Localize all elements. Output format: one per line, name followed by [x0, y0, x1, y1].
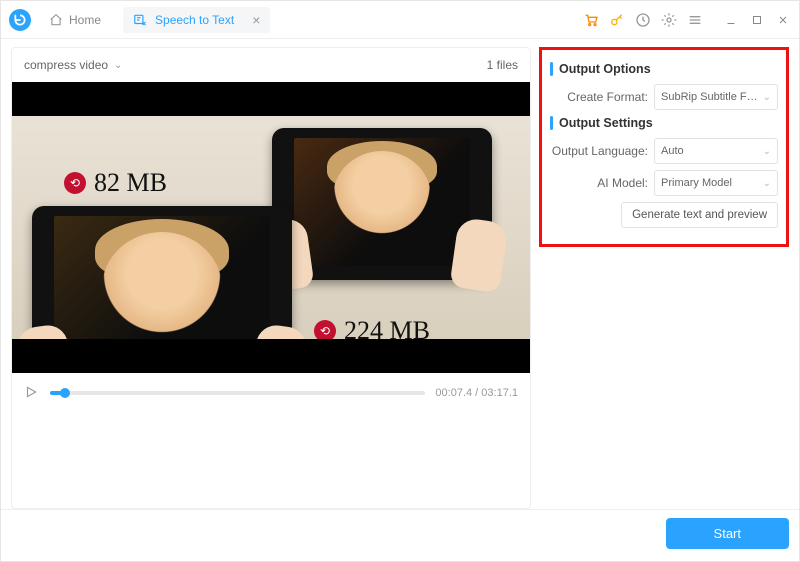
output-settings-title: Output Settings	[550, 116, 778, 130]
tablet-big	[32, 206, 292, 373]
history-icon[interactable]	[635, 12, 651, 28]
files-count: 1 files	[487, 58, 518, 72]
settings-pane: Output Options Create Format: SubRip Sub…	[539, 47, 789, 509]
close-window-icon[interactable]	[775, 12, 791, 28]
output-language-label: Output Language:	[550, 144, 648, 158]
output-language-select[interactable]: Auto ⌄	[654, 138, 778, 164]
create-format-select[interactable]: SubRip Subtitle File(*.srt ⌄	[654, 84, 778, 110]
link-icon: ⟲	[64, 172, 86, 194]
size-label-small: ⟲ 82 MB	[64, 168, 167, 198]
home-label: Home	[69, 13, 101, 27]
create-format-label: Create Format:	[550, 90, 648, 104]
time-display: 00:07.4 / 03:17.1	[435, 387, 518, 399]
file-dropdown-label: compress video	[24, 58, 108, 72]
size-label-big: ⟲ 224 MB	[314, 316, 430, 346]
chevron-down-icon: ⌄	[763, 92, 771, 103]
tab-label: Speech to Text	[155, 13, 234, 27]
key-icon[interactable]	[609, 12, 625, 28]
seek-bar[interactable]	[50, 391, 425, 395]
minimize-icon[interactable]	[723, 12, 739, 28]
tablet-small	[272, 128, 492, 280]
close-icon[interactable]: ×	[252, 13, 260, 27]
link-icon: ⟲	[314, 320, 336, 342]
home-icon	[49, 13, 63, 27]
ai-model-label: AI Model:	[550, 176, 648, 190]
start-button[interactable]: Start	[666, 518, 789, 549]
video-frame: ⟲ 82 MB ⟲ 224 MB	[12, 116, 530, 339]
highlighted-settings: Output Options Create Format: SubRip Sub…	[539, 47, 789, 247]
menu-icon[interactable]	[687, 12, 703, 28]
generate-preview-button[interactable]: Generate text and preview	[621, 202, 778, 228]
chevron-down-icon: ⌄	[763, 146, 771, 157]
app-logo-icon	[9, 9, 31, 31]
video-preview[interactable]: ⟲ 82 MB ⟲ 224 MB	[12, 82, 530, 373]
player-controls: 00:07.4 / 03:17.1	[12, 373, 530, 415]
gear-icon[interactable]	[661, 12, 677, 28]
cart-icon[interactable]	[583, 12, 599, 28]
chevron-down-icon: ⌄	[114, 60, 122, 71]
maximize-icon[interactable]	[749, 12, 765, 28]
tab-speech-to-text[interactable]: Speech to Text ×	[123, 7, 270, 33]
home-button[interactable]: Home	[39, 9, 111, 31]
file-dropdown[interactable]: compress video ⌄	[24, 58, 122, 72]
titlebar: Home Speech to Text ×	[1, 1, 799, 39]
output-options-title: Output Options	[550, 62, 778, 76]
speech-to-text-icon	[133, 13, 147, 27]
footer: Start	[1, 509, 799, 561]
titlebar-actions	[583, 12, 791, 28]
preview-pane: compress video ⌄ 1 files ⟲	[11, 47, 531, 509]
chevron-down-icon: ⌄	[763, 178, 771, 189]
ai-model-select[interactable]: Primary Model ⌄	[654, 170, 778, 196]
play-icon[interactable]	[24, 385, 40, 401]
